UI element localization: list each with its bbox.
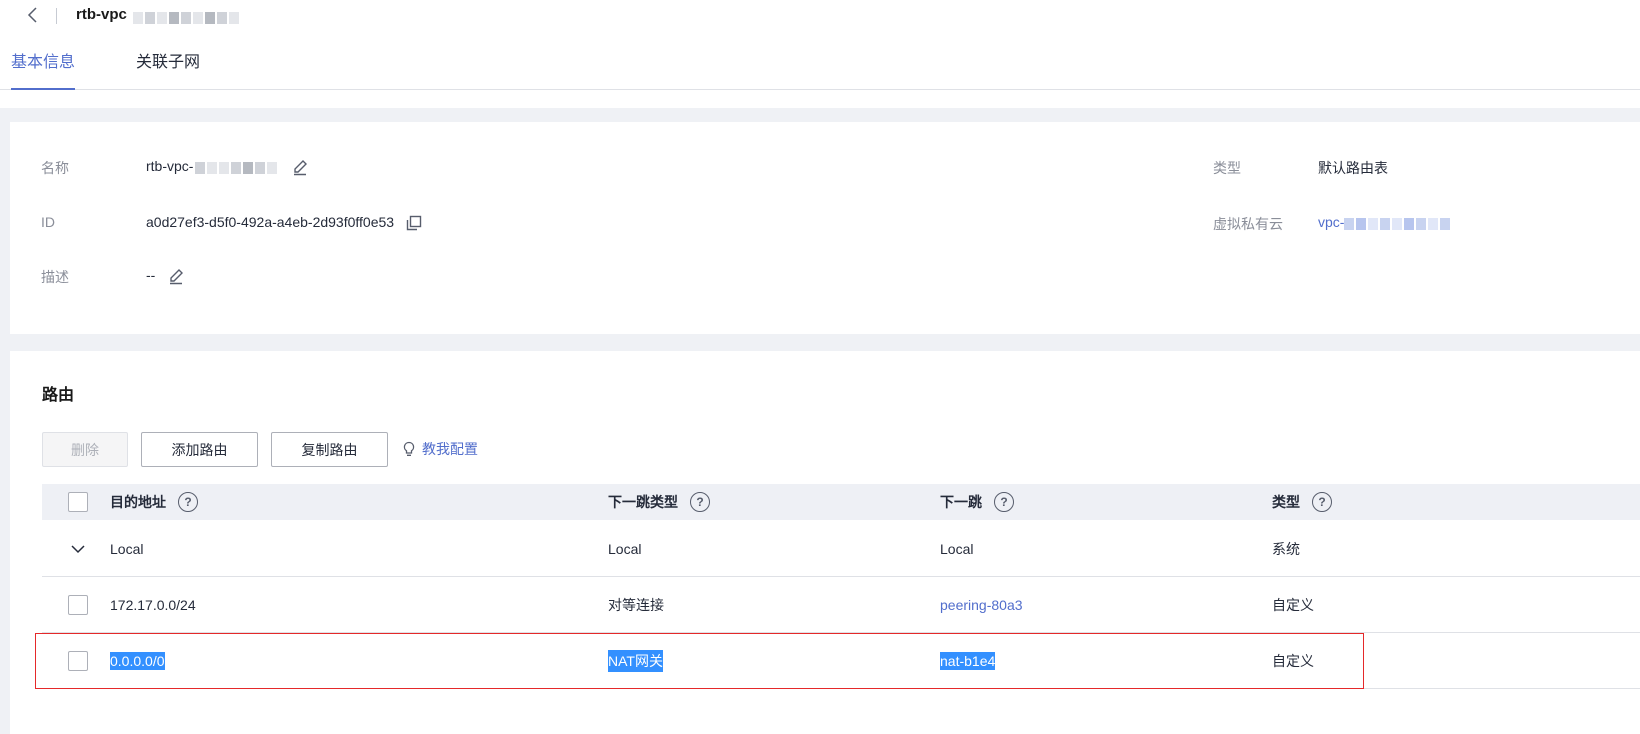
vpc-label: 虚拟私有云 bbox=[1213, 216, 1283, 232]
description-value: -- bbox=[146, 267, 185, 285]
name-value: rtb-vpc- bbox=[146, 158, 309, 176]
name-label: 名称 bbox=[41, 160, 69, 176]
lightbulb-icon bbox=[403, 441, 415, 456]
next-hop-link[interactable]: peering-80a3 bbox=[940, 577, 1023, 632]
next-hop-type-cell: Local bbox=[608, 540, 642, 557]
row-checkbox[interactable] bbox=[68, 651, 88, 671]
chevron-left-icon bbox=[27, 7, 37, 23]
back-button[interactable] bbox=[22, 4, 44, 26]
chevron-down-icon bbox=[71, 544, 85, 553]
page-header: rtb-vpc 基本信息 关联子网 bbox=[0, 0, 1640, 108]
copy-route-button[interactable]: 复制路由 bbox=[271, 432, 388, 467]
destination-cell: 0.0.0.0/0 bbox=[110, 651, 165, 670]
delete-button[interactable]: 删除 bbox=[42, 432, 128, 467]
guide-link[interactable]: 教我配置 bbox=[402, 439, 478, 459]
destination-cell: 172.17.0.0/24 bbox=[110, 596, 196, 613]
column-header-next-hop: 下一跳? bbox=[940, 484, 1014, 520]
type-label: 类型 bbox=[1213, 160, 1241, 176]
next-hop-link[interactable]: nat-b1e4 bbox=[940, 633, 996, 688]
destination-cell: Local bbox=[110, 540, 144, 557]
copy-icon[interactable] bbox=[406, 215, 422, 231]
redacted-mosaic bbox=[195, 161, 279, 175]
page-title: rtb-vpc bbox=[76, 4, 241, 26]
column-header-type: 类型? bbox=[1272, 484, 1332, 520]
id-value: a0d27ef3-d5f0-492a-a4eb-2d93f0ff0e53 bbox=[146, 214, 422, 231]
table-row: 172.17.0.0/24 对等连接 peering-80a3 自定义 bbox=[42, 577, 1640, 633]
next-hop-type-cell: NAT网关 bbox=[608, 633, 663, 688]
header-divider bbox=[56, 8, 57, 24]
next-hop-cell: Local bbox=[940, 540, 974, 557]
help-icon[interactable]: ? bbox=[690, 492, 710, 512]
table-row: 0.0.0.0/0 NAT网关 nat-b1e4 自定义 bbox=[42, 633, 1640, 689]
edit-icon[interactable] bbox=[291, 158, 309, 176]
id-label: ID bbox=[41, 214, 55, 230]
add-route-button[interactable]: 添加路由 bbox=[141, 432, 258, 467]
edit-icon[interactable] bbox=[167, 267, 185, 285]
redacted-mosaic bbox=[1344, 217, 1452, 231]
routes-title: 路由 bbox=[42, 387, 75, 404]
route-type-cell: 自定义 bbox=[1272, 652, 1314, 669]
tab-associated-subnets[interactable]: 关联子网 bbox=[136, 52, 200, 90]
expand-toggle[interactable] bbox=[70, 521, 86, 576]
column-header-destination: 目的地址? bbox=[110, 484, 198, 520]
help-icon[interactable]: ? bbox=[178, 492, 198, 512]
route-type-cell: 系统 bbox=[1272, 540, 1300, 557]
basic-info-card: 名称 rtb-vpc- ID a0d27ef3-d5f0-492a-a4eb-2… bbox=[10, 122, 1640, 334]
table-header: 目的地址? 下一跳类型? 下一跳? 类型? bbox=[42, 484, 1640, 520]
next-hop-type-cell: 对等连接 bbox=[608, 596, 664, 613]
help-icon[interactable]: ? bbox=[1312, 492, 1332, 512]
route-type-cell: 自定义 bbox=[1272, 596, 1314, 613]
routes-card: 路由 删除 添加路由 复制路由 教我配置 目的地址? 下一跳类型? 下一跳? 类… bbox=[10, 351, 1640, 734]
help-icon[interactable]: ? bbox=[994, 492, 1014, 512]
description-label: 描述 bbox=[41, 269, 69, 285]
select-all-checkbox[interactable] bbox=[68, 492, 88, 512]
vpc-link[interactable]: vpc- bbox=[1318, 214, 1452, 231]
row-checkbox[interactable] bbox=[68, 595, 88, 615]
redacted-mosaic bbox=[132, 9, 241, 25]
tab-basic-info[interactable]: 基本信息 bbox=[11, 52, 76, 90]
type-value: 默认路由表 bbox=[1318, 160, 1388, 176]
tab-bar: 基本信息 关联子网 bbox=[0, 52, 1640, 90]
column-header-next-hop-type: 下一跳类型? bbox=[608, 484, 710, 520]
table-row: Local Local Local 系统 bbox=[42, 521, 1640, 577]
